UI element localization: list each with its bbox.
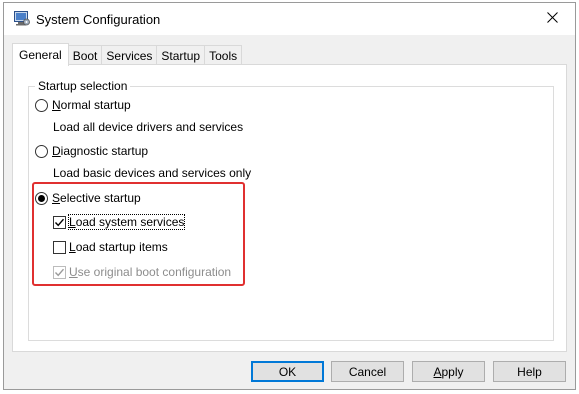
diagnostic-startup-description: Load basic devices and services only xyxy=(53,166,252,180)
group-title: Startup selection xyxy=(35,79,131,93)
tab-tools[interactable]: Tools xyxy=(204,45,243,65)
radio-button[interactable] xyxy=(35,144,48,158)
title-bar: System Configuration xyxy=(4,3,575,35)
checkbox-checked-disabled xyxy=(53,265,66,279)
selective-startup-label: Selective startup xyxy=(52,191,141,205)
normal-startup-description: Load all device drivers and services xyxy=(53,120,244,134)
diagnostic-startup-label: Diagnostic startup xyxy=(52,144,149,158)
ok-button[interactable]: OK xyxy=(251,361,324,382)
checkbox-checked[interactable] xyxy=(53,215,66,229)
general-tab-panel: Startup selection Normal startup Load al… xyxy=(12,64,567,352)
load-startup-items-label: Load startup items xyxy=(69,240,168,254)
tab-services[interactable]: Services xyxy=(101,45,158,65)
use-original-boot-configuration-checkbox: Use original boot configuration xyxy=(53,265,231,279)
system-configuration-window: System Configuration General Boot Servic… xyxy=(3,2,576,390)
checkbox-unchecked[interactable] xyxy=(53,240,66,254)
load-startup-items-checkbox[interactable]: Load startup items xyxy=(53,240,168,254)
close-button[interactable] xyxy=(529,3,575,35)
radio-button[interactable] xyxy=(35,98,48,112)
window-title: System Configuration xyxy=(36,12,161,27)
tab-startup[interactable]: Startup xyxy=(156,45,206,65)
tab-boot[interactable]: Boot xyxy=(67,45,103,65)
cancel-button[interactable]: Cancel xyxy=(331,361,404,382)
use-original-boot-configuration-label: Use original boot configuration xyxy=(69,265,232,279)
close-icon xyxy=(546,12,558,26)
help-button[interactable]: Help xyxy=(493,361,566,382)
tab-general[interactable]: General xyxy=(12,43,69,66)
diagnostic-startup-radio[interactable]: Diagnostic startup xyxy=(35,144,148,158)
load-system-services-label: Load system services xyxy=(67,214,186,230)
apply-button[interactable]: Apply xyxy=(412,361,485,382)
tab-strip: General Boot Services Startup Tools xyxy=(12,43,243,66)
selective-startup-radio[interactable]: Selective startup xyxy=(35,191,141,205)
normal-startup-label: Normal startup xyxy=(52,98,131,112)
startup-selection-group: Startup selection Normal startup Load al… xyxy=(28,79,554,341)
msconfig-icon xyxy=(14,11,30,26)
radio-button-selected[interactable] xyxy=(35,191,48,205)
checkmark-icon xyxy=(54,218,65,226)
checkmark-icon xyxy=(54,268,65,276)
normal-startup-radio[interactable]: Normal startup xyxy=(35,98,131,112)
load-system-services-checkbox[interactable]: Load system services xyxy=(53,214,186,230)
